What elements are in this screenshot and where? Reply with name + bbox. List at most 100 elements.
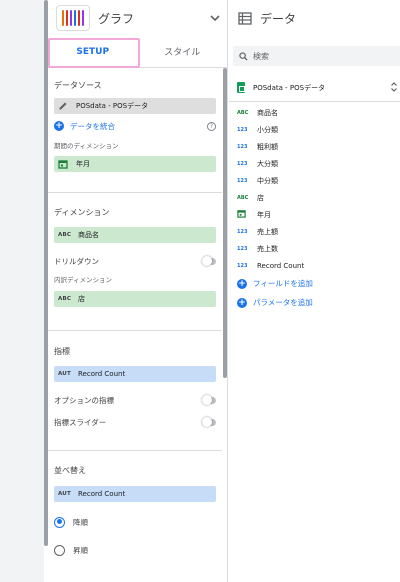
metric-slider-toggle[interactable] bbox=[202, 417, 216, 427]
field-item[interactable]: 123 粗利額 bbox=[237, 138, 400, 155]
period-dimension-chip[interactable]: 年月 bbox=[54, 156, 216, 172]
sort-asc-label: 昇順 bbox=[73, 545, 88, 555]
dimension-value: 商品名 bbox=[78, 231, 99, 239]
dimension-chip[interactable]: ABC 商品名 bbox=[54, 227, 216, 243]
metric-slider-row: 指標スライダー bbox=[54, 412, 216, 432]
pencil-icon[interactable] bbox=[58, 101, 68, 111]
sort-desc-label: 降順 bbox=[73, 517, 88, 527]
field-name: 年月 bbox=[257, 210, 271, 219]
dimension-title: ディメンション bbox=[54, 208, 110, 217]
field-item[interactable]: 123 中分類 bbox=[237, 172, 400, 189]
chevron-down-icon[interactable] bbox=[209, 12, 221, 24]
metric-type-tag: AUT bbox=[58, 371, 71, 377]
radio-unselected[interactable] bbox=[54, 544, 65, 556]
drilldown-row: ドリルダウン bbox=[54, 251, 216, 271]
field-item[interactable]: 123 売上額 bbox=[237, 223, 400, 240]
breakdown-dimension-title: 内訳ディメンション bbox=[54, 276, 113, 284]
field-search-input[interactable]: 検索 bbox=[233, 46, 400, 66]
optional-metric-toggle[interactable] bbox=[202, 395, 216, 405]
field-name: 小分類 bbox=[257, 125, 278, 134]
properties-body: データソース POSdata - POSデータ + データを統合 ? 期間のディ… bbox=[48, 68, 222, 560]
collapse-chevron-icon[interactable] bbox=[390, 81, 398, 93]
data-panel-header: データ bbox=[229, 0, 400, 36]
sort-chip[interactable]: AUT Record Count bbox=[54, 486, 216, 502]
metric-slider-label: 指標スライダー bbox=[54, 417, 107, 427]
left-gutter bbox=[0, 0, 44, 582]
data-source-name: POSdata - POSデータ bbox=[253, 83, 326, 92]
add-field-link[interactable]: + フィールドを追加 bbox=[229, 274, 400, 293]
field-type-tag: 123 bbox=[237, 143, 248, 150]
field-name: 店 bbox=[257, 193, 264, 202]
tab-style[interactable]: スタイル bbox=[138, 36, 228, 67]
field-item[interactable]: 123 売上数 bbox=[237, 240, 400, 257]
field-item[interactable]: 123 Record Count bbox=[237, 257, 400, 274]
field-type-tag: ABC bbox=[237, 194, 249, 201]
field-name: 売上額 bbox=[257, 227, 278, 236]
data-source-row[interactable]: POSdata - POSデータ bbox=[229, 74, 400, 102]
tab-setup[interactable]: SETUP bbox=[48, 36, 138, 68]
period-dimension-title: 期間のディメンション bbox=[54, 142, 119, 150]
field-type-tag: 123 bbox=[237, 126, 248, 133]
datasource-title: データソース bbox=[54, 81, 102, 90]
properties-scrollbar[interactable] bbox=[223, 68, 227, 378]
field-name: Record Count bbox=[257, 261, 305, 270]
sort-desc-option[interactable]: 降順 bbox=[54, 512, 216, 532]
search-icon bbox=[239, 51, 248, 61]
data-panel-title: データ bbox=[260, 11, 297, 26]
datasource-chip[interactable]: POSdata - POSデータ bbox=[54, 98, 216, 114]
data-panel: データ 検索 POSdata - POSデータ ABC 商品名 123 小分類 12… bbox=[229, 0, 400, 582]
field-name: 粗利額 bbox=[257, 142, 278, 151]
breakdown-dimension-chip[interactable]: ABC 店 bbox=[54, 291, 216, 307]
field-name: 中分類 bbox=[257, 176, 278, 185]
plus-icon: + bbox=[54, 121, 64, 131]
sort-title: 並べ替え bbox=[54, 466, 86, 475]
calendar-icon bbox=[237, 209, 251, 220]
drilldown-label: ドリルダウン bbox=[54, 256, 99, 266]
field-item[interactable]: ABC 商品名 bbox=[237, 104, 400, 121]
blend-data-label: データを統合 bbox=[70, 121, 115, 131]
field-item[interactable]: 123 小分類 bbox=[237, 121, 400, 138]
sort-type-tag: AUT bbox=[58, 491, 71, 497]
datasource-section: データソース POSdata - POSデータ + データを統合 ? 期間のディ… bbox=[48, 68, 222, 193]
breakdown-dimension-value: 店 bbox=[78, 295, 85, 303]
field-type-tag: 123 bbox=[237, 245, 248, 252]
field-type-tag: 123 bbox=[237, 262, 248, 269]
datasource-name: POSdata - POSデータ bbox=[76, 102, 149, 110]
search-placeholder: 検索 bbox=[253, 51, 269, 61]
field-name: 商品名 bbox=[257, 108, 278, 117]
calendar-icon bbox=[58, 160, 68, 169]
properties-panel: グラフ SETUP スタイル データソース POSdata - POSデータ +… bbox=[48, 0, 228, 582]
optional-metric-row: オプションの指標 bbox=[54, 390, 216, 410]
field-type-tag: ABC bbox=[237, 109, 249, 116]
add-parameter-link[interactable]: + パラメータを追加 bbox=[229, 293, 400, 312]
chart-type-title: グラフ bbox=[98, 11, 135, 26]
optional-metric-label: オプションの指標 bbox=[54, 395, 114, 405]
metric-title: 指標 bbox=[54, 347, 70, 356]
field-type-tag: 123 bbox=[237, 228, 248, 235]
add-parameter-label: パラメータを追加 bbox=[253, 298, 313, 307]
sort-asc-option[interactable]: 昇順 bbox=[54, 540, 216, 560]
google-sheets-icon bbox=[237, 82, 245, 93]
sort-section: 並べ替え AUT Record Count 降順 昇順 bbox=[48, 451, 222, 560]
plus-icon: + bbox=[237, 297, 247, 308]
field-item[interactable]: 年月 bbox=[237, 206, 400, 223]
field-item[interactable]: ABC 店 bbox=[237, 189, 400, 206]
dimension-section: ディメンション ABC 商品名 ドリルダウン 内訳ディメンション ABC 店 bbox=[48, 193, 222, 331]
field-type-tag: 123 bbox=[237, 160, 248, 167]
data-table-icon bbox=[238, 11, 252, 25]
plus-icon: + bbox=[237, 278, 247, 289]
add-field-label: フィールドを追加 bbox=[253, 279, 313, 288]
radio-selected[interactable] bbox=[54, 516, 65, 528]
sort-value: Record Count bbox=[78, 490, 126, 498]
bar-chart-icon[interactable] bbox=[56, 5, 90, 31]
field-name: 大分類 bbox=[257, 159, 278, 168]
field-name: 売上数 bbox=[257, 244, 278, 253]
blend-data-link[interactable]: + データを統合 ? bbox=[54, 118, 216, 134]
drilldown-toggle[interactable] bbox=[202, 256, 216, 266]
metric-chip[interactable]: AUT Record Count bbox=[54, 366, 216, 382]
field-type-tag: 123 bbox=[237, 177, 248, 184]
dimension-type-tag: ABC bbox=[58, 232, 72, 238]
field-item[interactable]: 123 大分類 bbox=[237, 155, 400, 172]
field-list: ABC 商品名 123 小分類 123 粗利額 123 大分類 123 中分類 ABC 店 … bbox=[229, 102, 400, 274]
help-icon[interactable]: ? bbox=[207, 121, 216, 131]
